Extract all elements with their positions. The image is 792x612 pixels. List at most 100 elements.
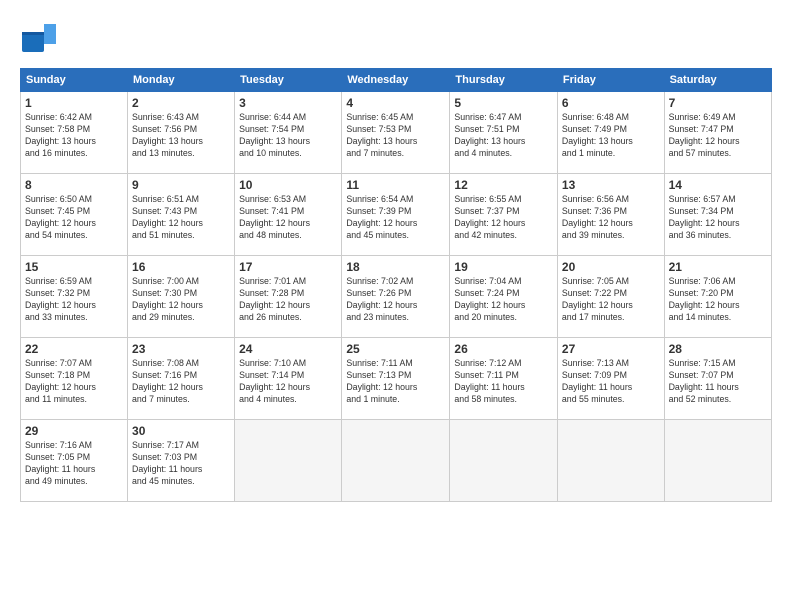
calendar-cell [342,420,450,502]
day-info: Sunrise: 7:01 AM Sunset: 7:28 PM Dayligh… [239,276,337,324]
calendar-week-2: 8Sunrise: 6:50 AM Sunset: 7:45 PM Daylig… [21,174,772,256]
day-number: 27 [562,341,660,357]
day-number: 29 [25,423,123,439]
day-number: 2 [132,95,230,111]
day-info: Sunrise: 7:07 AM Sunset: 7:18 PM Dayligh… [25,358,123,406]
column-header-friday: Friday [557,69,664,92]
calendar-cell: 15Sunrise: 6:59 AM Sunset: 7:32 PM Dayli… [21,256,128,338]
day-number: 23 [132,341,230,357]
calendar-cell [235,420,342,502]
day-info: Sunrise: 7:13 AM Sunset: 7:09 PM Dayligh… [562,358,660,406]
day-number: 10 [239,177,337,193]
calendar-cell: 27Sunrise: 7:13 AM Sunset: 7:09 PM Dayli… [557,338,664,420]
day-number: 1 [25,95,123,111]
calendar-cell: 22Sunrise: 7:07 AM Sunset: 7:18 PM Dayli… [21,338,128,420]
day-info: Sunrise: 6:50 AM Sunset: 7:45 PM Dayligh… [25,194,123,242]
day-number: 25 [346,341,445,357]
column-header-thursday: Thursday [450,69,558,92]
day-number: 21 [669,259,767,275]
calendar-cell: 13Sunrise: 6:56 AM Sunset: 7:36 PM Dayli… [557,174,664,256]
day-info: Sunrise: 6:53 AM Sunset: 7:41 PM Dayligh… [239,194,337,242]
column-header-monday: Monday [128,69,235,92]
column-header-sunday: Sunday [21,69,128,92]
day-info: Sunrise: 6:54 AM Sunset: 7:39 PM Dayligh… [346,194,445,242]
day-number: 4 [346,95,445,111]
calendar-cell: 18Sunrise: 7:02 AM Sunset: 7:26 PM Dayli… [342,256,450,338]
calendar-cell: 25Sunrise: 7:11 AM Sunset: 7:13 PM Dayli… [342,338,450,420]
calendar-cell [664,420,771,502]
day-number: 28 [669,341,767,357]
day-number: 17 [239,259,337,275]
day-info: Sunrise: 6:47 AM Sunset: 7:51 PM Dayligh… [454,112,553,160]
day-number: 3 [239,95,337,111]
calendar-cell: 9Sunrise: 6:51 AM Sunset: 7:43 PM Daylig… [128,174,235,256]
day-info: Sunrise: 6:59 AM Sunset: 7:32 PM Dayligh… [25,276,123,324]
day-info: Sunrise: 7:00 AM Sunset: 7:30 PM Dayligh… [132,276,230,324]
calendar-header: SundayMondayTuesdayWednesdayThursdayFrid… [21,69,772,92]
day-number: 9 [132,177,230,193]
calendar-cell: 28Sunrise: 7:15 AM Sunset: 7:07 PM Dayli… [664,338,771,420]
calendar-cell: 16Sunrise: 7:00 AM Sunset: 7:30 PM Dayli… [128,256,235,338]
day-number: 13 [562,177,660,193]
day-info: Sunrise: 7:04 AM Sunset: 7:24 PM Dayligh… [454,276,553,324]
day-info: Sunrise: 6:56 AM Sunset: 7:36 PM Dayligh… [562,194,660,242]
calendar-cell [450,420,558,502]
calendar-cell: 5Sunrise: 6:47 AM Sunset: 7:51 PM Daylig… [450,92,558,174]
calendar-week-5: 29Sunrise: 7:16 AM Sunset: 7:05 PM Dayli… [21,420,772,502]
day-info: Sunrise: 7:08 AM Sunset: 7:16 PM Dayligh… [132,358,230,406]
column-header-tuesday: Tuesday [235,69,342,92]
day-info: Sunrise: 7:11 AM Sunset: 7:13 PM Dayligh… [346,358,445,406]
calendar-cell: 2Sunrise: 6:43 AM Sunset: 7:56 PM Daylig… [128,92,235,174]
calendar-cell: 12Sunrise: 6:55 AM Sunset: 7:37 PM Dayli… [450,174,558,256]
day-number: 20 [562,259,660,275]
column-header-wednesday: Wednesday [342,69,450,92]
day-info: Sunrise: 7:05 AM Sunset: 7:22 PM Dayligh… [562,276,660,324]
logo [20,20,60,56]
day-number: 22 [25,341,123,357]
column-header-row: SundayMondayTuesdayWednesdayThursdayFrid… [21,69,772,92]
calendar-cell: 21Sunrise: 7:06 AM Sunset: 7:20 PM Dayli… [664,256,771,338]
header [20,20,772,56]
calendar-week-3: 15Sunrise: 6:59 AM Sunset: 7:32 PM Dayli… [21,256,772,338]
day-info: Sunrise: 6:44 AM Sunset: 7:54 PM Dayligh… [239,112,337,160]
calendar-cell: 26Sunrise: 7:12 AM Sunset: 7:11 PM Dayli… [450,338,558,420]
logo-icon [20,20,56,56]
day-info: Sunrise: 7:17 AM Sunset: 7:03 PM Dayligh… [132,440,230,488]
calendar-cell: 6Sunrise: 6:48 AM Sunset: 7:49 PM Daylig… [557,92,664,174]
day-info: Sunrise: 6:42 AM Sunset: 7:58 PM Dayligh… [25,112,123,160]
day-info: Sunrise: 6:57 AM Sunset: 7:34 PM Dayligh… [669,194,767,242]
calendar-cell: 4Sunrise: 6:45 AM Sunset: 7:53 PM Daylig… [342,92,450,174]
day-info: Sunrise: 7:02 AM Sunset: 7:26 PM Dayligh… [346,276,445,324]
day-number: 11 [346,177,445,193]
day-info: Sunrise: 6:51 AM Sunset: 7:43 PM Dayligh… [132,194,230,242]
day-number: 18 [346,259,445,275]
day-info: Sunrise: 6:48 AM Sunset: 7:49 PM Dayligh… [562,112,660,160]
calendar-cell: 3Sunrise: 6:44 AM Sunset: 7:54 PM Daylig… [235,92,342,174]
day-info: Sunrise: 7:12 AM Sunset: 7:11 PM Dayligh… [454,358,553,406]
day-info: Sunrise: 6:45 AM Sunset: 7:53 PM Dayligh… [346,112,445,160]
day-number: 24 [239,341,337,357]
day-number: 6 [562,95,660,111]
day-number: 7 [669,95,767,111]
day-number: 12 [454,177,553,193]
day-info: Sunrise: 7:10 AM Sunset: 7:14 PM Dayligh… [239,358,337,406]
day-number: 16 [132,259,230,275]
day-info: Sunrise: 6:49 AM Sunset: 7:47 PM Dayligh… [669,112,767,160]
calendar-cell: 7Sunrise: 6:49 AM Sunset: 7:47 PM Daylig… [664,92,771,174]
calendar-table: SundayMondayTuesdayWednesdayThursdayFrid… [20,68,772,502]
calendar-cell: 14Sunrise: 6:57 AM Sunset: 7:34 PM Dayli… [664,174,771,256]
calendar-body: 1Sunrise: 6:42 AM Sunset: 7:58 PM Daylig… [21,92,772,502]
calendar-cell: 11Sunrise: 6:54 AM Sunset: 7:39 PM Dayli… [342,174,450,256]
calendar-cell: 8Sunrise: 6:50 AM Sunset: 7:45 PM Daylig… [21,174,128,256]
day-number: 19 [454,259,553,275]
calendar-cell: 20Sunrise: 7:05 AM Sunset: 7:22 PM Dayli… [557,256,664,338]
calendar-cell [557,420,664,502]
day-number: 5 [454,95,553,111]
day-info: Sunrise: 7:06 AM Sunset: 7:20 PM Dayligh… [669,276,767,324]
calendar-week-1: 1Sunrise: 6:42 AM Sunset: 7:58 PM Daylig… [21,92,772,174]
column-header-saturday: Saturday [664,69,771,92]
calendar-cell: 1Sunrise: 6:42 AM Sunset: 7:58 PM Daylig… [21,92,128,174]
day-info: Sunrise: 7:15 AM Sunset: 7:07 PM Dayligh… [669,358,767,406]
day-number: 26 [454,341,553,357]
calendar-cell: 23Sunrise: 7:08 AM Sunset: 7:16 PM Dayli… [128,338,235,420]
